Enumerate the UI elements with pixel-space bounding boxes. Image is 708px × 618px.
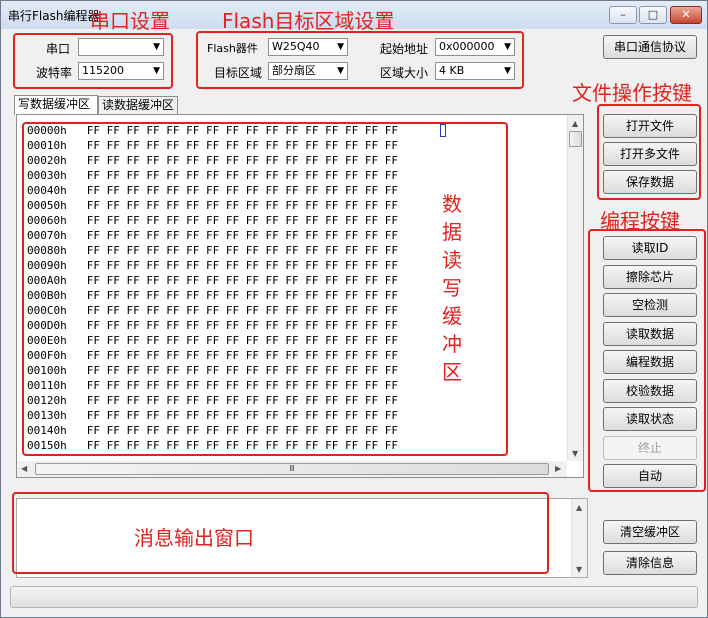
tab-write-buffer[interactable]: 写数据缓冲区 [14,95,98,115]
progress-bar [10,586,698,608]
scroll-right-icon[interactable]: ▶ [555,464,561,473]
scroll-thumb[interactable] [569,131,582,147]
hex-horizontal-scrollbar[interactable]: ◀ Ⅲ ▶ [17,461,567,477]
maximize-button[interactable]: □ [639,6,667,24]
scroll-down-icon[interactable]: ▼ [576,565,582,574]
serial-settings-highlight [13,33,173,89]
annotation-buffer: 数据读写缓冲区 [442,192,462,384]
buffer-highlight [22,122,508,456]
scroll-left-icon[interactable]: ◀ [21,464,27,473]
grip-icon: Ⅲ [289,464,295,473]
annotation-msg: 消息输出窗口 [134,526,254,550]
hscroll-thumb[interactable]: Ⅲ [35,463,549,475]
annotation-flash: Flash目标区域设置 [222,9,395,33]
clear-buffer-button[interactable]: 清空缓冲区 [603,520,697,544]
scroll-down-icon[interactable]: ▼ [572,449,578,458]
serial-protocol-button[interactable]: 串口通信协议 [603,35,697,59]
scroll-up-icon[interactable]: ▲ [576,503,582,512]
close-icon: ✕ [681,8,691,21]
prog-buttons-highlight [588,229,706,492]
annotation-prog: 编程按键 [600,209,680,233]
window-title: 串行Flash编程器 [8,9,100,23]
file-ops-highlight [597,104,701,200]
message-scrollbar[interactable]: ▲ ▼ [571,499,587,577]
scroll-up-icon[interactable]: ▲ [572,119,578,128]
close-button[interactable]: ✕ [670,6,702,24]
annotation-serial: 串口设置 [90,9,170,33]
message-highlight [12,492,549,574]
minimize-icon: – [620,8,626,21]
tab-read-buffer[interactable]: 读数据缓冲区 [98,96,178,114]
flash-settings-highlight [196,31,524,89]
clear-info-button[interactable]: 清除信息 [603,551,697,575]
hex-vertical-scrollbar[interactable]: ▲ ▼ [567,115,583,461]
annotation-file-ops: 文件操作按键 [572,81,692,105]
maximize-icon: □ [647,8,659,21]
minimize-button[interactable]: – [609,6,637,24]
